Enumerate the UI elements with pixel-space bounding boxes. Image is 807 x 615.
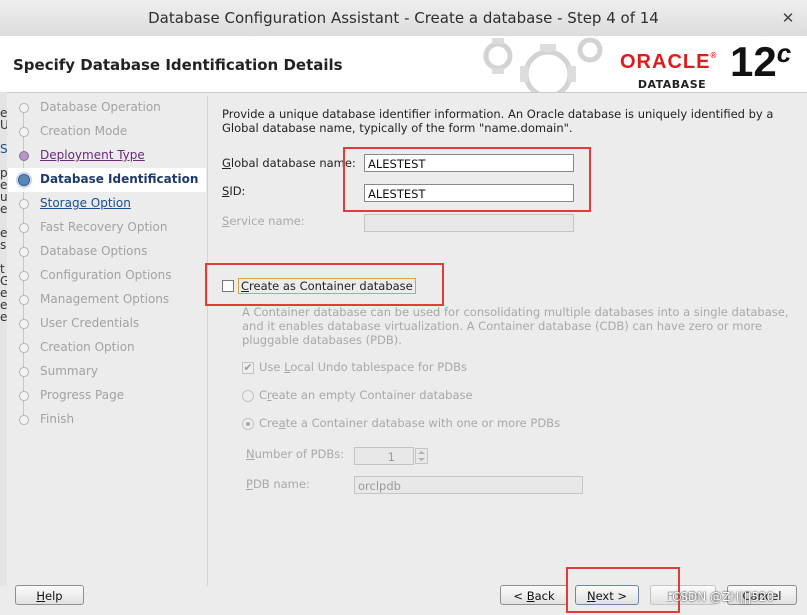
step-indicator-icon [19, 367, 29, 377]
intro-text-line1: Provide a unique database identifier inf… [222, 107, 774, 121]
nav-step-finish: Finish [8, 408, 206, 432]
service-name-input[interactable] [364, 214, 574, 232]
nav-step-label: Database Options [40, 244, 148, 258]
step-indicator-icon [19, 223, 29, 233]
cdb-with-pdbs-radio[interactable] [242, 418, 254, 430]
step-indicator-icon [18, 174, 30, 186]
nav-step-creation-option: Creation Option [8, 336, 206, 360]
step-indicator-icon [19, 271, 29, 281]
content-panel: Provide a unique database identifier inf… [205, 96, 801, 586]
gears-icon [483, 37, 603, 92]
step-indicator-icon [19, 319, 29, 329]
cdb-with-pdbs-label: Create a Container database with one or … [259, 416, 561, 430]
step-indicator-icon [19, 343, 29, 353]
nav-step-label: Configuration Options [40, 268, 172, 282]
page-title: Specify Database Identification Details [13, 56, 343, 74]
nav-step-progress-page: Progress Page [8, 384, 206, 408]
step-indicator-icon [19, 199, 29, 209]
nav-step-label: Summary [40, 364, 98, 378]
step-indicator-icon [19, 391, 29, 401]
nav-step-label: Fast Recovery Option [40, 220, 168, 234]
step-indicator-icon [19, 295, 29, 305]
nav-step-label: Finish [40, 412, 75, 426]
nav-step-database-options: Database Options [8, 240, 206, 264]
step-indicator-icon [19, 127, 29, 137]
nav-step-label: Database Operation [40, 100, 161, 114]
local-undo-checkbox[interactable]: ✔ [242, 362, 254, 374]
nav-step-deployment-type[interactable]: Deployment Type [8, 144, 206, 168]
nav-step-label: User Credentials [40, 316, 140, 330]
step-indicator-icon [19, 247, 29, 257]
pdb-name-input[interactable]: orclpdb [354, 476, 583, 494]
background-window-char: e [0, 310, 7, 324]
nav-step-label: Storage Option [40, 196, 131, 210]
background-window-char: s [0, 238, 7, 252]
nav-step-label: Database Identification [40, 172, 199, 186]
nav-step-label: Creation Option [40, 340, 135, 354]
window-title: Database Configuration Assistant - Creat… [148, 9, 659, 27]
help-button[interactable]: Help [15, 585, 84, 605]
service-name-label: Service name: [222, 214, 305, 228]
step-indicator-icon [19, 103, 29, 113]
background-window-edge: eUSpeueestGeee [0, 92, 7, 597]
step-indicator-icon [19, 415, 29, 425]
background-window-char: e [0, 202, 7, 216]
spinner-arrows-icon[interactable] [415, 448, 428, 464]
annotation-box-container [205, 263, 444, 306]
watermark-text: CSDN @ZH|||520 [672, 590, 775, 604]
nav-step-label: Management Options [40, 292, 170, 306]
nav-step-summary: Summary [8, 360, 206, 384]
nav-step-label: Creation Mode [40, 124, 128, 138]
nav-step-configuration-options: Configuration Options [8, 264, 206, 288]
background-window-char: U [0, 118, 7, 132]
annotation-box-db-names [343, 147, 591, 212]
nav-step-fast-recovery-option: Fast Recovery Option [8, 216, 206, 240]
global-db-name-label: Global database name: [222, 156, 356, 170]
step-navigation: Database Operation Creation Mode Deploymen… [8, 96, 206, 586]
nav-step-database-operation: Database Operation [8, 96, 206, 120]
empty-cdb-radio[interactable] [242, 390, 254, 402]
container-desc-line2: and it enables database virtualization. … [242, 319, 763, 333]
container-desc-line3: pluggable databases (PDB). [242, 333, 402, 347]
nav-step-storage-option[interactable]: Storage Option [8, 192, 206, 216]
num-pdbs-label: Number of PDBs: [246, 447, 345, 461]
nav-step-management-options: Management Options [8, 288, 206, 312]
container-desc-line1: A Container database can be used for con… [242, 305, 789, 319]
nav-step-creation-mode: Creation Mode [8, 120, 206, 144]
back-button[interactable]: < Back [500, 585, 568, 605]
close-icon[interactable]: ✕ [779, 9, 797, 27]
sid-label: SID: [222, 184, 246, 198]
intro-text-line2: Global database name, typically of the f… [222, 121, 573, 135]
nav-step-user-credentials: User Credentials [8, 312, 206, 336]
empty-cdb-label: Create an empty Container database [259, 388, 473, 402]
window-titlebar: Database Configuration Assistant - Creat… [0, 0, 807, 37]
version-badge: 12c [730, 38, 792, 85]
pdb-name-label: PDB name: [246, 477, 310, 491]
oracle-logo: ORACLE® DATABASE [620, 51, 718, 91]
num-pdbs-spinner[interactable]: 1 [354, 447, 414, 465]
annotation-box-next [566, 567, 680, 613]
step-indicator-icon [19, 151, 29, 161]
local-undo-label: Use Local Undo tablespace for PDBs [259, 360, 467, 374]
nav-step-label: Progress Page [40, 388, 125, 402]
background-window-char: S [0, 142, 7, 156]
nav-step-label: Deployment Type [40, 148, 145, 162]
page-header: Specify Database Identification Details … [0, 36, 807, 93]
nav-step-database-identification: Database Identification [8, 168, 206, 192]
